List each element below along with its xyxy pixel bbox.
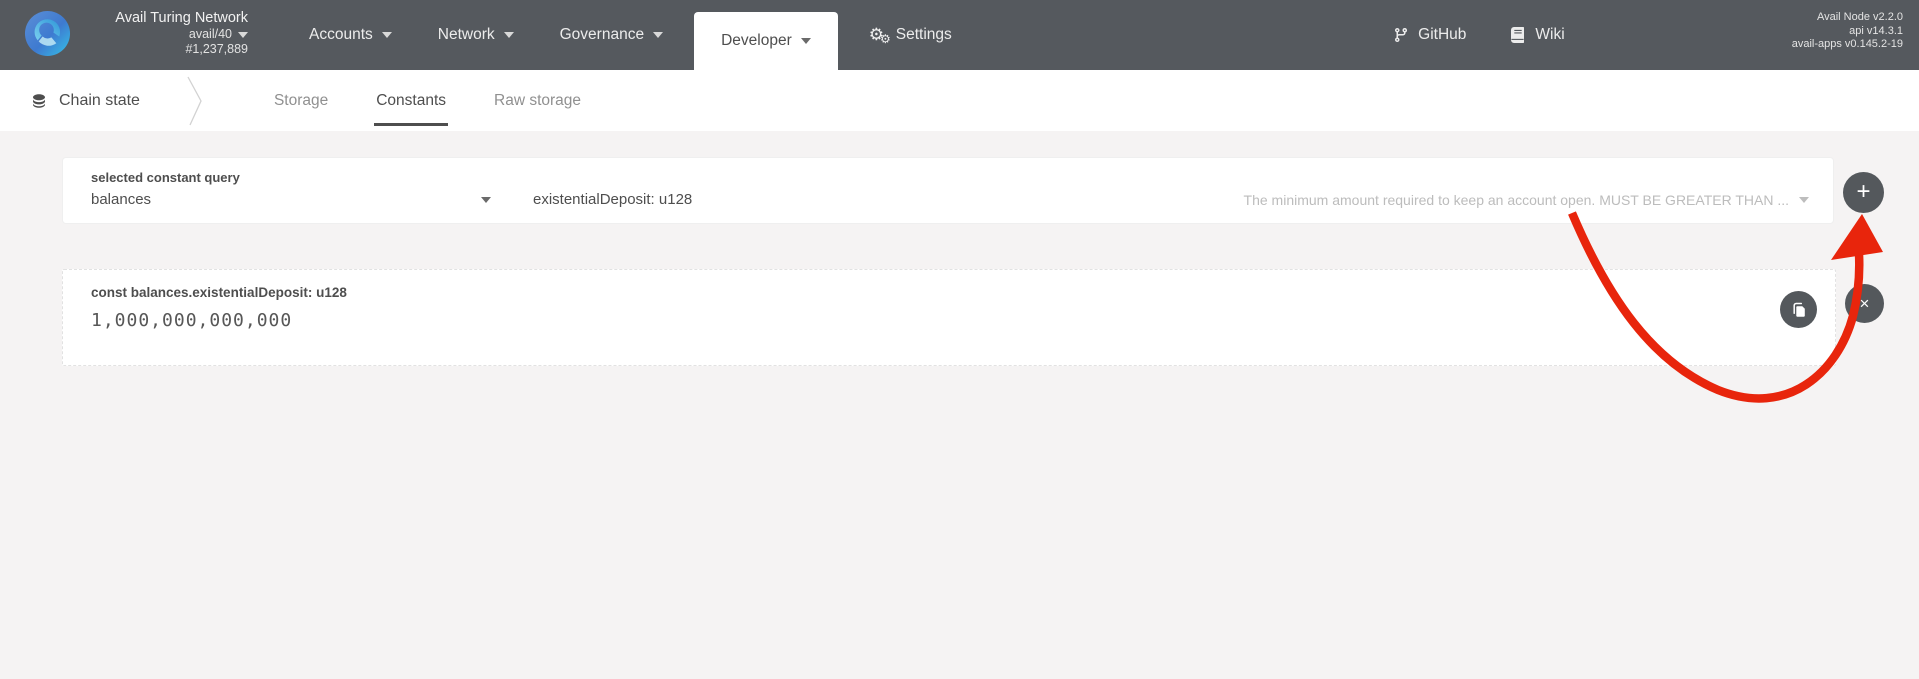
constant-result-row: const balances.existentialDeposit: u128 … (62, 269, 1884, 366)
chevron-down-icon (1799, 197, 1809, 203)
breadcrumb-separator (186, 73, 204, 129)
node-version: Avail Node v2.2.0 (1792, 11, 1903, 25)
gear-icon: ⚙⚙ (869, 26, 887, 45)
apps-version: avail-apps v0.145.2-19 (1792, 38, 1903, 52)
chevron-down-icon (238, 32, 248, 38)
link-label: GitHub (1418, 26, 1466, 44)
section-chain-state[interactable]: Chain state (30, 70, 140, 131)
page-tabbar: Chain state Storage Constants Raw storag… (0, 70, 1919, 131)
constant-result-card: const balances.existentialDeposit: u128 … (62, 269, 1836, 366)
github-link[interactable]: GitHub (1371, 0, 1488, 70)
add-query-button[interactable]: + (1843, 172, 1884, 213)
main-nav: Accounts Network Governance Developer ⚙⚙… (286, 0, 975, 70)
chain-spec-label: avail/40 (189, 27, 232, 42)
nav-item-governance[interactable]: Governance (537, 0, 686, 70)
close-icon: × (1860, 294, 1870, 314)
section-title: Chain state (59, 92, 140, 110)
best-block-number: #1,237,889 (80, 42, 248, 57)
module-value: balances (91, 191, 151, 208)
tab-label: Raw storage (494, 92, 581, 110)
external-links: GitHub Wiki (1371, 0, 1587, 70)
method-value: existentialDeposit: u128 (533, 191, 692, 208)
tab-raw-storage[interactable]: Raw storage (470, 70, 605, 131)
nav-item-accounts[interactable]: Accounts (286, 0, 415, 70)
book-icon (1510, 27, 1526, 43)
nav-label: Governance (560, 26, 644, 44)
copy-icon (1791, 302, 1807, 318)
nav-item-network[interactable]: Network (415, 0, 537, 70)
main-content: selected constant query balances existen… (0, 131, 1919, 679)
chevron-down-icon (653, 32, 663, 38)
network-info: Avail Turing Network avail/40 #1,237,889 (80, 10, 248, 57)
top-header: Avail Turing Network avail/40 #1,237,889… (0, 0, 1919, 70)
copy-button[interactable] (1780, 291, 1817, 328)
chevron-down-icon (481, 197, 491, 203)
close-result-button[interactable]: × (1845, 284, 1884, 323)
plus-icon: + (1856, 180, 1870, 204)
nav-label: Developer (721, 32, 792, 50)
method-dropdown[interactable]: existentialDeposit: u128 The minimum amo… (533, 191, 1809, 208)
network-selector[interactable]: Avail Turing Network avail/40 #1,237,889 (24, 10, 248, 57)
database-icon (30, 92, 48, 110)
tab-label: Constants (376, 92, 446, 110)
chevron-down-icon (801, 38, 811, 44)
method-description: The minimum amount required to keep an a… (1244, 192, 1789, 208)
link-label: Wiki (1535, 26, 1564, 44)
version-info: Avail Node v2.2.0 api v14.3.1 avail-apps… (1792, 11, 1903, 52)
tab-label: Storage (274, 92, 328, 110)
tabs: Storage Constants Raw storage (250, 70, 605, 131)
network-name: Avail Turing Network (80, 10, 248, 27)
constant-query-row: selected constant query balances existen… (62, 157, 1884, 224)
chevron-down-icon (382, 32, 392, 38)
result-title: const balances.existentialDeposit: u128 (91, 285, 1765, 300)
nav-item-developer[interactable]: Developer (694, 12, 838, 70)
avail-logo-icon (24, 10, 71, 57)
api-version: api v14.3.1 (1792, 25, 1903, 39)
constant-query-card: selected constant query balances existen… (62, 157, 1834, 224)
query-label: selected constant query (91, 170, 1809, 185)
result-value: 1,000,000,000,000 (91, 310, 1765, 331)
wiki-link[interactable]: Wiki (1488, 0, 1586, 70)
chevron-down-icon (504, 32, 514, 38)
tab-storage[interactable]: Storage (250, 70, 352, 131)
nav-item-settings[interactable]: ⚙⚙ Settings (846, 0, 975, 70)
git-branch-icon (1393, 27, 1409, 43)
nav-label: Network (438, 26, 495, 44)
nav-label: Settings (896, 26, 952, 44)
nav-label: Accounts (309, 26, 373, 44)
module-dropdown[interactable]: balances (91, 191, 491, 208)
tab-constants[interactable]: Constants (352, 70, 470, 131)
